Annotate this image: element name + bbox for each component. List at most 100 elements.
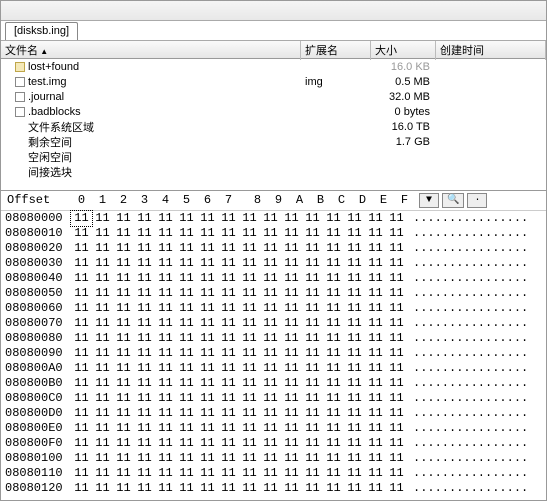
hex-byte[interactable]: 11 [260,421,281,436]
hex-byte[interactable]: 11 [92,451,113,466]
hex-byte[interactable]: 11 [71,271,92,286]
hex-byte[interactable]: 11 [113,226,134,241]
hex-byte[interactable]: 11 [71,256,92,271]
hex-byte[interactable]: 11 [92,421,113,436]
hex-byte[interactable]: 11 [344,271,365,286]
hex-row[interactable]: 0808012011111111111111111111111111111111… [5,481,546,496]
hex-byte[interactable]: 11 [155,346,176,361]
hex-byte[interactable]: 11 [302,271,323,286]
hex-byte[interactable]: 11 [281,376,302,391]
hex-byte[interactable]: 11 [323,346,344,361]
hex-byte[interactable]: 11 [218,361,239,376]
hex-byte[interactable]: 11 [197,241,218,256]
hex-byte[interactable]: 11 [155,391,176,406]
hex-byte[interactable]: 11 [218,241,239,256]
hex-byte[interactable]: 11 [386,241,407,256]
hex-byte[interactable]: 11 [239,346,260,361]
hex-byte[interactable]: 11 [113,286,134,301]
hex-byte[interactable]: 11 [344,346,365,361]
hex-byte[interactable]: 11 [239,361,260,376]
hex-byte[interactable]: 11 [113,421,134,436]
hex-byte[interactable]: 11 [71,301,92,316]
hex-byte[interactable]: 11 [302,436,323,451]
hex-byte[interactable]: 11 [71,331,92,346]
hex-byte[interactable]: 11 [92,226,113,241]
hex-byte[interactable]: 11 [302,241,323,256]
hex-byte[interactable]: 11 [344,481,365,496]
hex-byte[interactable]: 11 [344,466,365,481]
hex-byte[interactable]: 11 [386,301,407,316]
hex-byte[interactable]: 11 [260,316,281,331]
hex-byte[interactable]: 11 [218,376,239,391]
hex-byte[interactable]: 11 [239,406,260,421]
hex-byte[interactable]: 11 [71,286,92,301]
hex-byte[interactable]: 11 [113,346,134,361]
hex-byte[interactable]: 11 [239,451,260,466]
hex-byte[interactable]: 11 [239,331,260,346]
hex-byte[interactable]: 11 [323,226,344,241]
column-header-name[interactable]: 文件名 ▲ [1,41,301,60]
hex-byte[interactable]: 11 [365,331,386,346]
hex-byte[interactable]: 11 [71,316,92,331]
hex-byte[interactable]: 11 [260,481,281,496]
hex-byte[interactable]: 11 [281,406,302,421]
hex-byte[interactable]: 11 [197,256,218,271]
hex-byte[interactable]: 11 [365,271,386,286]
hex-byte[interactable]: 11 [155,211,176,226]
hex-byte[interactable]: 11 [365,391,386,406]
hex-byte[interactable]: 11 [71,391,92,406]
hex-byte[interactable]: 11 [155,481,176,496]
hex-byte[interactable]: 11 [218,286,239,301]
hex-row[interactable]: 0808003011111111111111111111111111111111… [5,256,546,271]
hex-byte[interactable]: 11 [365,466,386,481]
hex-byte[interactable]: 11 [386,391,407,406]
hex-byte[interactable]: 11 [113,481,134,496]
hex-byte[interactable]: 11 [176,451,197,466]
hex-byte[interactable]: 11 [386,256,407,271]
hex-byte[interactable]: 11 [197,481,218,496]
hex-byte[interactable]: 11 [323,391,344,406]
hex-byte[interactable]: 11 [386,331,407,346]
hex-byte[interactable]: 11 [218,331,239,346]
hex-byte[interactable]: 11 [386,406,407,421]
hex-byte[interactable]: 11 [365,211,386,226]
hex-byte[interactable]: 11 [302,301,323,316]
hex-byte[interactable]: 11 [176,211,197,226]
list-item[interactable]: lost+found16.0 KB [1,59,546,74]
hex-byte[interactable]: 11 [92,301,113,316]
hex-byte[interactable]: 11 [113,361,134,376]
hex-byte[interactable]: 11 [323,361,344,376]
hex-byte[interactable]: 11 [134,466,155,481]
hex-extra-button[interactable]: · [467,193,487,208]
hex-byte[interactable]: 11 [176,436,197,451]
hex-byte[interactable]: 11 [155,316,176,331]
hex-byte[interactable]: 11 [176,466,197,481]
hex-byte[interactable]: 11 [218,391,239,406]
hex-byte[interactable]: 11 [365,316,386,331]
hex-byte[interactable]: 11 [71,406,92,421]
hex-byte[interactable]: 11 [302,406,323,421]
hex-byte[interactable]: 11 [239,316,260,331]
column-header-size[interactable]: 大小 [371,41,436,60]
hex-byte[interactable]: 11 [197,361,218,376]
hex-byte[interactable]: 11 [365,301,386,316]
hex-byte[interactable]: 11 [134,256,155,271]
hex-byte[interactable]: 11 [302,256,323,271]
hex-byte[interactable]: 11 [386,316,407,331]
hex-byte[interactable]: 11 [176,301,197,316]
hex-byte[interactable]: 11 [113,376,134,391]
column-header-date[interactable]: 创建时间 [436,41,546,60]
hex-byte[interactable]: 11 [302,391,323,406]
hex-byte[interactable]: 11 [386,211,407,226]
hex-byte[interactable]: 11 [239,286,260,301]
hex-byte[interactable]: 11 [218,436,239,451]
hex-byte[interactable]: 11 [134,316,155,331]
hex-byte[interactable]: 11 [113,211,134,226]
hex-byte[interactable]: 11 [323,466,344,481]
hex-byte[interactable]: 11 [155,406,176,421]
hex-byte[interactable]: 11 [218,301,239,316]
hex-byte[interactable]: 11 [344,286,365,301]
hex-byte[interactable]: 11 [260,241,281,256]
hex-byte[interactable]: 11 [197,211,218,226]
hex-byte[interactable]: 11 [323,481,344,496]
